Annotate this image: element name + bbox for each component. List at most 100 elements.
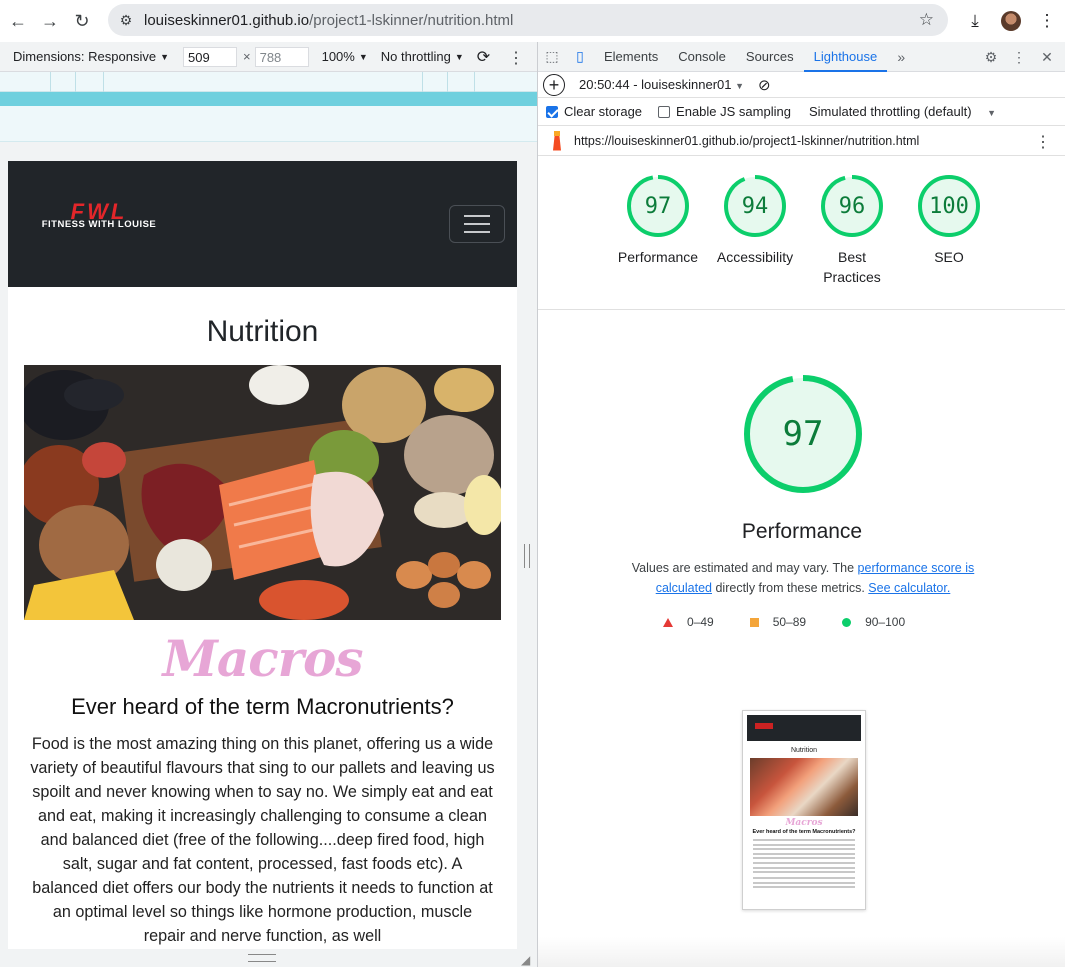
site-info-icon[interactable]: ⚙ — [108, 12, 144, 29]
reload-icon[interactable]: ↻ — [66, 5, 98, 37]
square-icon — [749, 617, 759, 627]
side-resize-handle[interactable] — [524, 544, 530, 568]
new-report-plus-icon[interactable]: + — [543, 73, 565, 96]
bottom-resize-handle[interactable] — [248, 954, 276, 962]
thumb-navbar — [747, 715, 861, 741]
js-sampling-checkbox[interactable] — [658, 105, 671, 118]
profile-avatar[interactable] — [1001, 11, 1021, 31]
back-icon[interactable]: ← — [2, 5, 34, 37]
audited-url-bar: https://louiseskinner01.github.io/projec… — [538, 126, 1065, 156]
performance-gauge-large: 97 — [743, 374, 863, 494]
js-sampling-label: Enable JS sampling — [676, 104, 791, 119]
hamburger-menu-icon[interactable] — [449, 205, 505, 243]
score-label: Best Practices — [823, 249, 881, 285]
performance-description: Values are estimated and may vary. The p… — [618, 558, 988, 598]
logo-text: FITNESS WITH LOUISE — [41, 219, 157, 230]
height-input[interactable]: 788 — [254, 46, 309, 67]
zoom-label: 100% — [321, 49, 355, 64]
tab-elements[interactable]: Elements — [594, 42, 668, 72]
url-host: louiseskinner01.github.io — [144, 11, 310, 29]
media-query-bar-active[interactable] — [0, 92, 537, 106]
dropdown-arrow-icon: ▼ — [454, 51, 464, 62]
score-summary: 97 Performance 94 Accessibility 96 Best … — [538, 156, 1065, 310]
performance-title: Performance — [741, 520, 863, 543]
avatar[interactable] — [993, 11, 1029, 31]
macros-heading: Macros — [162, 629, 363, 688]
dropdown-arrow-icon: ▼ — [735, 81, 745, 91]
tab-sources[interactable]: Sources — [736, 42, 804, 72]
score-value: 96 — [838, 193, 866, 219]
report-time: 20:50:44 - louiseskinner01 — [579, 77, 732, 92]
legend-pass: 90–100 — [842, 615, 905, 629]
hero-food-image — [24, 365, 501, 620]
menu-kebab-icon[interactable]: ⋮ — [1029, 11, 1065, 31]
audited-url[interactable]: https://louiseskinner01.github.io/projec… — [574, 134, 919, 148]
legend-fail: 0–49 — [663, 615, 714, 629]
address-bar[interactable]: ⚙ louiseskinner01.github.io/project1-lsk… — [108, 4, 948, 36]
media-query-bar[interactable] — [0, 72, 537, 92]
desc-text: directly from these metrics. — [712, 581, 869, 595]
site-navbar: FWL FITNESS WITH LOUISE — [8, 161, 517, 287]
tab-console[interactable]: Console — [668, 42, 736, 72]
device-toolbar: Dimensions: Responsive ▼ 509 × 788 100% ▼ … — [0, 42, 537, 72]
score-best-practices[interactable]: 96 Best Practices — [804, 174, 900, 287]
gauge: 97 — [626, 174, 690, 238]
legend-label: 50–89 — [772, 615, 807, 629]
bottom-fade — [538, 937, 1065, 967]
lighthouse-toolbar: + 20:50:44 - louiseskinner01 ▼ ⊘ — [538, 72, 1065, 98]
settings-gear-icon[interactable]: ⚙ — [977, 49, 1005, 66]
page-screenshot-thumbnail[interactable]: Nutrition Macros Ever heard of the term … — [742, 710, 866, 910]
thumb-image — [750, 758, 858, 816]
macronutrients-subheading: Ever heard of the term Macronutrients? — [71, 694, 454, 719]
gauge: 96 — [820, 174, 884, 238]
score-label: Performance — [617, 249, 699, 265]
clear-storage-checkbox[interactable] — [546, 105, 558, 118]
dropdown-arrow-icon: ▼ — [987, 108, 997, 118]
dimensions-select[interactable]: Dimensions: Responsive ▼ — [13, 49, 169, 64]
site-logo[interactable]: FWL FITNESS WITH LOUISE — [26, 201, 172, 231]
more-options-icon[interactable]: ⋮ — [508, 48, 524, 68]
close-icon[interactable]: ✕ — [1033, 49, 1061, 66]
forward-icon[interactable]: → — [34, 5, 66, 37]
lighthouse-options: Clear storage Enable JS sampling Simulat… — [538, 98, 1065, 126]
thumb-macros: Macros — [785, 818, 823, 828]
browser-toolbar: ← → ↻ ⚙ louiseskinner01.github.io/projec… — [0, 0, 1065, 42]
thumb-title: Nutrition — [790, 747, 818, 754]
tab-lighthouse[interactable]: Lighthouse — [803, 42, 888, 72]
score-value: 94 — [741, 193, 769, 219]
legend-label: 90–100 — [865, 615, 906, 629]
triangle-icon — [663, 617, 673, 627]
legend-label: 0–49 — [687, 615, 714, 629]
width-input[interactable]: 509 — [183, 46, 237, 67]
corner-resize-handle[interactable]: ◢ — [521, 953, 530, 967]
rotate-icon[interactable]: ⟳ — [477, 47, 490, 67]
score-performance[interactable]: 97 Performance — [610, 174, 706, 267]
throttling-label: Simulated throttling (default) — [808, 104, 972, 119]
clear-storage-label: Clear storage — [564, 104, 643, 119]
performance-score-value: 97 — [782, 414, 824, 454]
inspect-element-icon[interactable]: ⬚ — [538, 48, 566, 65]
clear-report-icon[interactable]: ⊘ — [758, 76, 771, 94]
food-illustration — [24, 365, 501, 620]
score-accessibility[interactable]: 94 Accessibility — [707, 174, 803, 267]
device-toolbar-icon[interactable]: ▯ — [566, 48, 594, 65]
score-seo[interactable]: 100 SEO — [901, 174, 997, 267]
see-calculator-link[interactable]: See calculator. — [868, 581, 950, 595]
legend-average: 50–89 — [749, 615, 807, 629]
circle-icon — [842, 617, 852, 627]
throttling-select[interactable]: Simulated throttling (default) ▼ — [809, 104, 996, 119]
more-tabs-icon[interactable]: » — [887, 49, 915, 65]
score-legend: 0–49 50–89 90–100 — [663, 615, 941, 629]
page-title: Nutrition — [206, 315, 319, 348]
report-selector[interactable]: 20:50:44 - louiseskinner01 ▼ — [579, 77, 744, 92]
ruler — [0, 106, 537, 142]
zoom-select[interactable]: 100% ▼ — [322, 49, 368, 64]
throttling-select[interactable]: No throttling ▼ — [381, 49, 464, 64]
dropdown-arrow-icon: ▼ — [160, 51, 169, 62]
devtools-menu-icon[interactable]: ⋮ — [1005, 49, 1033, 66]
dimensions-label: Dimensions: Responsive — [13, 49, 157, 64]
report-menu-icon[interactable]: ⋮ — [1035, 132, 1051, 152]
bookmark-star-icon[interactable]: ☆ — [919, 10, 934, 30]
score-value: 97 — [644, 193, 672, 219]
download-icon[interactable]: ⤓ — [957, 11, 993, 31]
